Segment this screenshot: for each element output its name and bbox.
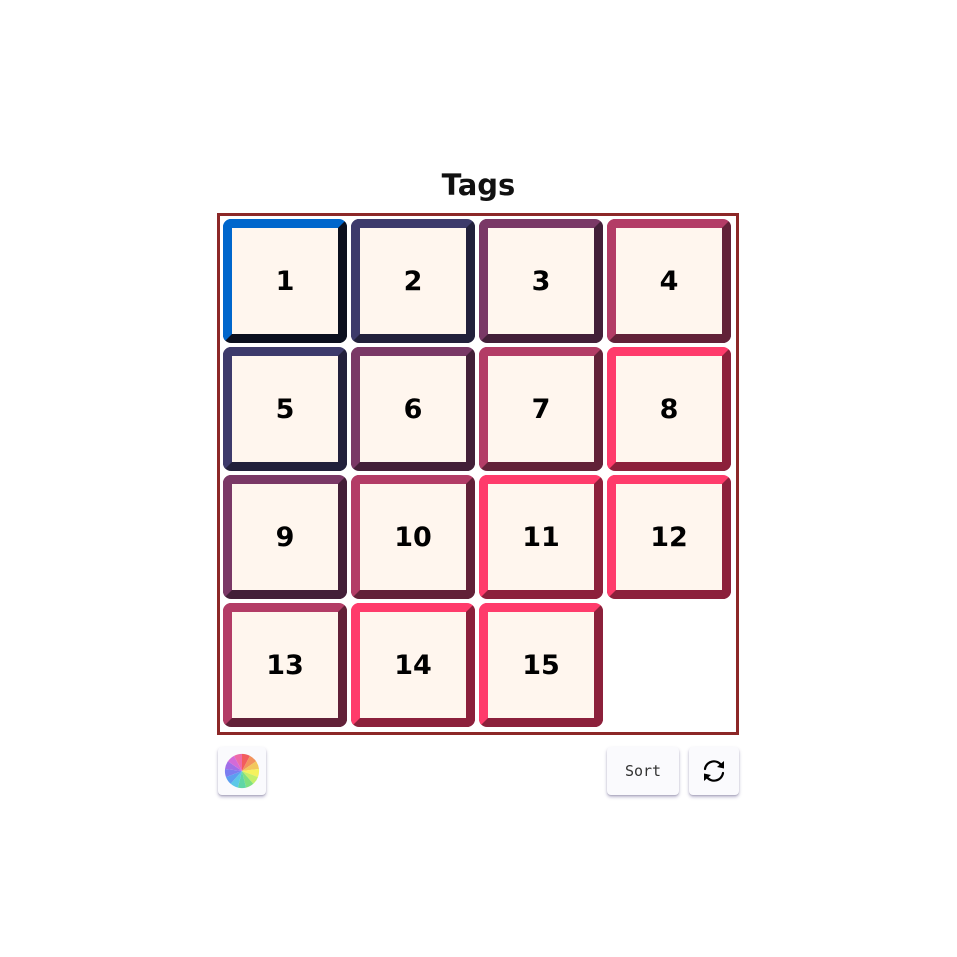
tile-2[interactable]: 2 [351, 219, 475, 343]
tile-number: 9 [275, 521, 295, 553]
sort-button[interactable]: Sort [607, 747, 679, 795]
tile-number: 11 [522, 521, 560, 553]
tile-number: 4 [659, 265, 679, 297]
refresh-icon [703, 760, 725, 782]
tile-number: 5 [275, 393, 295, 425]
tile-number: 7 [531, 393, 551, 425]
tile-number: 13 [266, 649, 304, 681]
tile-number: 10 [394, 521, 432, 553]
tile-11[interactable]: 11 [479, 475, 603, 599]
tile-13[interactable]: 13 [223, 603, 347, 727]
tile-number: 6 [403, 393, 423, 425]
tile-5[interactable]: 5 [223, 347, 347, 471]
tile-9[interactable]: 9 [223, 475, 347, 599]
tile-number: 2 [403, 265, 423, 297]
tile-14[interactable]: 14 [351, 603, 475, 727]
tile-number: 12 [650, 521, 688, 553]
tile-8[interactable]: 8 [607, 347, 731, 471]
tile-7[interactable]: 7 [479, 347, 603, 471]
tile-3[interactable]: 3 [479, 219, 603, 343]
tile-4[interactable]: 4 [607, 219, 731, 343]
tile-number: 14 [394, 649, 432, 681]
color-theme-button[interactable] [218, 747, 266, 795]
tile-number: 1 [275, 265, 295, 297]
tile-1[interactable]: 1 [223, 219, 347, 343]
shuffle-button[interactable] [689, 747, 739, 795]
tile-number: 15 [522, 649, 560, 681]
puzzle-board: 1 2 3 4 5 6 7 8 9 10 11 12 13 14 15 [217, 213, 739, 735]
color-wheel-icon [224, 753, 260, 789]
page-title: Tags [441, 168, 516, 202]
tile-6[interactable]: 6 [351, 347, 475, 471]
tile-12[interactable]: 12 [607, 475, 731, 599]
tile-10[interactable]: 10 [351, 475, 475, 599]
tile-15[interactable]: 15 [479, 603, 603, 727]
tile-number: 3 [531, 265, 551, 297]
tile-number: 8 [659, 393, 679, 425]
